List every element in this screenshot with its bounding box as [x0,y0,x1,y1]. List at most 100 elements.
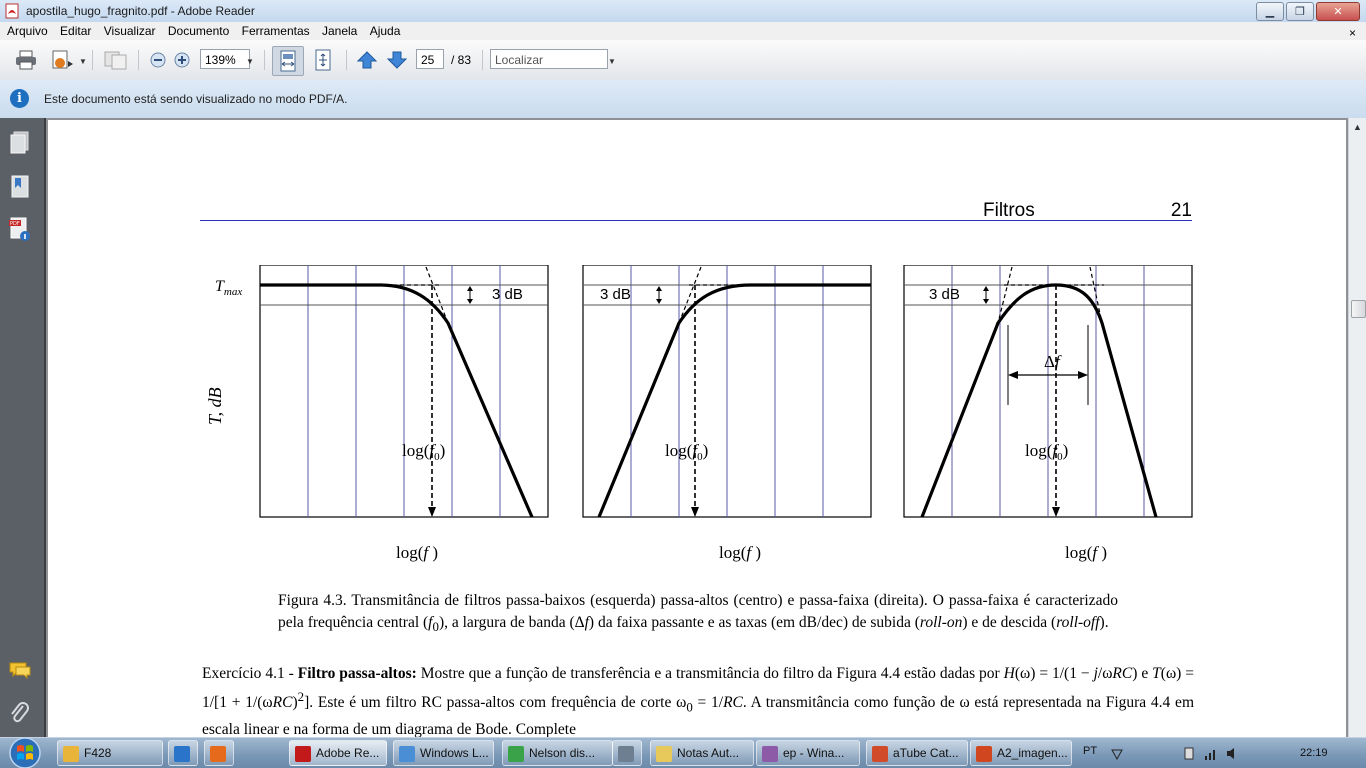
adobe-reader-icon [5,3,19,19]
menu-visualizar[interactable]: Visualizar [97,22,156,38]
printer-icon [16,50,36,70]
x-axis-label: log(f ) [396,543,438,562]
document-close-button[interactable]: × [1342,24,1356,40]
highpass-panel: 3 dB log(f0) [582,265,872,518]
page-total: / 83 [451,53,472,67]
document-view[interactable]: Filtros 21 Tmax T, dB 3 dB log(f0) log(f… [46,118,1348,737]
zoom-out-icon [150,52,166,68]
minimize-button[interactable]: ▁ [1256,2,1284,21]
info-icon: i [10,89,29,108]
figure-4-3: Tmax T, dB 3 dB log(f0) log(f) 3 dB log… [205,265,1193,562]
f0-label: log(f0) [1025,441,1068,463]
zoom-dropdown-icon[interactable]: ▼ [246,57,254,66]
menu-ferramentas[interactable]: Ferramentas [235,22,310,38]
task-adobe-reader[interactable]: Adobe Re... [289,740,387,766]
f428-icon [63,746,79,762]
zoom-in-icon [174,52,190,68]
task-calculator[interactable] [612,740,642,766]
task-label: Adobe Re... [316,746,380,760]
figure-caption: Figura 4.3. Transmitância de filtros pas… [278,592,1118,635]
menu-ajuda[interactable]: Ajuda [363,22,401,38]
y-axis-label: T, dB [205,387,225,425]
find-field[interactable]: Localizar [490,49,608,69]
task-label: ep - Wina... [783,746,845,760]
device-icon[interactable] [1182,747,1196,760]
share-button[interactable] [48,48,76,72]
task-f428[interactable]: F428 [57,740,163,766]
previous-page-button[interactable] [354,48,380,72]
network-icon[interactable] [1110,747,1124,760]
toolbar: ▼ 139% ▼ 25 / 83 Localizar ▼ [0,40,1366,81]
page-thumbnails-icon[interactable] [8,130,32,156]
section-title: Filtros [983,200,1035,221]
delta-f-label: Δf [1044,352,1062,371]
collaborate-icon [104,51,127,70]
comments-icon[interactable] [8,658,32,684]
exercise-paragraph: Exercício 4.1 - Filtro passa-altos: Most… [202,665,1194,737]
x-axis-label: log(f ) [1065,543,1107,562]
scroll-mode-button[interactable] [272,46,304,76]
task-powerpoint[interactable]: A2_imagen... [970,740,1072,766]
scroll-up-icon[interactable]: ▲ [1353,122,1362,132]
powerpoint-icon [976,746,992,762]
db3-label: 3 dB [929,286,960,303]
menu-arquivo[interactable]: Arquivo [0,22,48,38]
language-indicator[interactable]: PT [1083,745,1097,757]
clock[interactable]: 22:19 [1300,747,1328,759]
next-page-button[interactable] [384,48,410,72]
close-button[interactable]: ✕ [1316,2,1360,21]
signal-icon[interactable] [1204,747,1218,760]
x-axis-label: log(f ) [719,543,761,562]
task-label: Notas Aut... [677,746,740,760]
arrow-down-icon [387,51,407,69]
task-windows-live[interactable]: Windows L... [393,740,494,766]
bookmarks-icon[interactable] [8,174,32,200]
task-label: Windows L... [420,746,489,760]
task-winamp[interactable]: ep - Wina... [756,740,860,766]
task-internet-explorer[interactable] [168,740,198,766]
start-button[interactable] [3,735,47,768]
atube-catcher-icon [872,746,888,762]
running-header: Filtros 21 [200,200,1192,221]
fit-page-button[interactable] [310,48,336,72]
nelson-chrome-icon [508,746,524,762]
title-bar: apostila_hugo_fragnito.pdf - Adobe Reade… [0,0,1366,23]
window-title: apostila_hugo_fragnito.pdf - Adobe Reade… [26,4,255,18]
fit-width-icon [280,50,296,72]
task-nelson-chrome[interactable]: Nelson dis... [502,740,613,766]
windows-live-icon [399,746,415,762]
paperclip-icon[interactable] [8,701,32,727]
task-notas[interactable]: Notas Aut... [650,740,754,766]
lowpass-panel: 3 dB log(f0) [259,265,549,518]
pdf-page: Filtros 21 Tmax T, dB 3 dB log(f0) log(f… [48,120,1346,737]
share-icon [52,50,73,69]
menu-editar[interactable]: Editar [53,22,91,38]
db3-label: 3 dB [600,286,631,303]
menu-bar: Arquivo Editar Visualizar Documento Ferr… [0,22,1366,40]
restore-button[interactable]: ❐ [1286,2,1314,21]
page-number-field[interactable]: 25 [416,49,444,69]
taskbar: F428 Adobe Re... Windows L... Nelson dis...… [0,737,1366,768]
collaborate-button[interactable] [102,48,130,72]
zoom-out-button[interactable] [148,48,168,72]
print-button[interactable] [12,48,40,72]
scrollbar-thumb[interactable] [1351,300,1366,318]
zoom-field[interactable]: 139% [200,49,250,69]
tmax-label: Tmax [215,278,242,298]
f0-label: log(f0) [402,441,445,463]
menu-janela[interactable]: Janela [315,22,357,38]
menu-documento[interactable]: Documento [161,22,229,38]
share-dropdown-icon[interactable]: ▼ [79,57,87,66]
find-dropdown-icon[interactable]: ▼ [608,57,616,66]
notas-icon [656,746,672,762]
firefox-icon [210,746,226,762]
task-atube-catcher[interactable]: aTube Cat... [866,740,968,766]
task-label: Nelson dis... [529,746,596,760]
vertical-scrollbar[interactable]: ▲ [1348,118,1366,737]
zoom-in-button[interactable] [172,48,192,72]
task-label: A2_imagen... [997,746,1068,760]
volume-icon[interactable] [1226,747,1240,760]
fit-page-icon [315,49,331,71]
pdf-attachments-icon[interactable]: PDF [8,216,32,242]
task-firefox[interactable] [204,740,234,766]
